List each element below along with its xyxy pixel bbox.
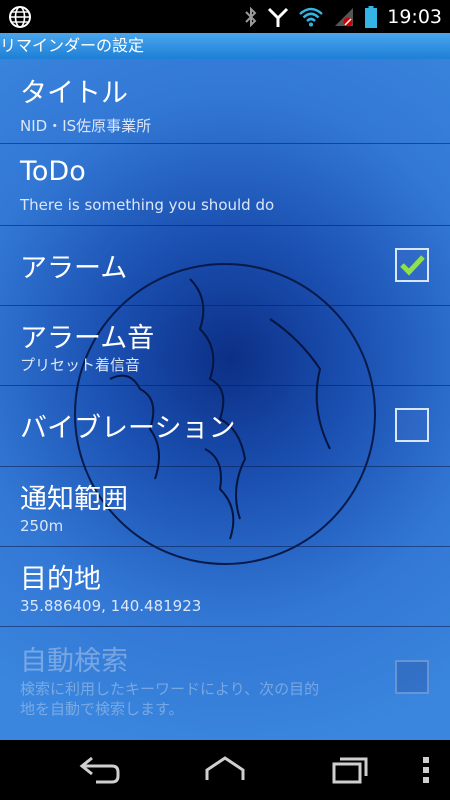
pref-alarm-sound-summary: プリセット着信音	[20, 356, 141, 374]
pref-auto-search-label: 自動検索	[20, 646, 128, 677]
pref-notification-range-summary: 250m	[20, 517, 64, 535]
pref-vibration-label: バイブレーション	[20, 413, 236, 444]
app-title: リマインダーの設定	[0, 33, 450, 59]
pref-destination-label: 目的地	[20, 564, 101, 595]
pref-notification-range[interactable]: 通知範囲 250m	[0, 467, 450, 547]
pref-todo-summary: There is something you should do	[20, 196, 275, 214]
pref-alarm[interactable]: アラーム	[0, 226, 450, 306]
globe-icon	[9, 6, 31, 28]
vibration-checkbox[interactable]	[395, 408, 429, 442]
recent-apps-icon[interactable]	[330, 754, 370, 786]
battery-icon	[365, 5, 378, 28]
pref-title-summary: NID・IS佐原事業所	[20, 117, 152, 135]
no-sim-icon	[335, 7, 354, 26]
alarm-checkbox[interactable]	[395, 248, 429, 282]
checkmark-icon	[400, 255, 425, 276]
wifi-icon	[299, 7, 324, 26]
home-icon[interactable]	[203, 754, 247, 786]
pref-vibration[interactable]: バイブレーション	[0, 386, 450, 467]
pref-auto-search-summary-line1: 検索に利用したキーワードにより、次の目的	[20, 680, 320, 698]
pref-alarm-sound-label: アラーム音	[20, 323, 155, 354]
preference-list[interactable]: タイトル NID・IS佐原事業所 ToDo There is something…	[0, 59, 450, 740]
bluetooth-icon	[245, 6, 257, 27]
pref-alarm-sound[interactable]: アラーム音 プリセット着信音	[0, 306, 450, 386]
pref-todo-label: ToDo	[20, 156, 86, 187]
pref-title-label: タイトル	[20, 78, 128, 109]
menu-icon[interactable]	[420, 754, 432, 786]
pref-todo[interactable]: ToDo There is something you should do	[0, 144, 450, 226]
pref-notification-range-label: 通知範囲	[20, 484, 128, 515]
pref-auto-search: 自動検索 検索に利用したキーワードにより、次の目的 地を自動で検索します。	[0, 627, 450, 740]
pref-auto-search-summary-line2: 地を自動で検索します。	[20, 700, 184, 718]
auto-search-checkbox	[395, 660, 429, 694]
pref-title[interactable]: タイトル NID・IS佐原事業所	[0, 59, 450, 144]
pref-destination-summary: 35.886409, 140.481923	[20, 597, 202, 615]
pref-destination[interactable]: 目的地 35.886409, 140.481923	[0, 547, 450, 627]
status-time: 19:03	[387, 5, 442, 28]
signal-y-icon	[268, 7, 289, 27]
navigation-bar	[0, 740, 450, 800]
back-icon[interactable]	[78, 754, 122, 786]
status-bar: 19:03	[0, 0, 450, 33]
pref-alarm-label: アラーム	[20, 253, 128, 284]
